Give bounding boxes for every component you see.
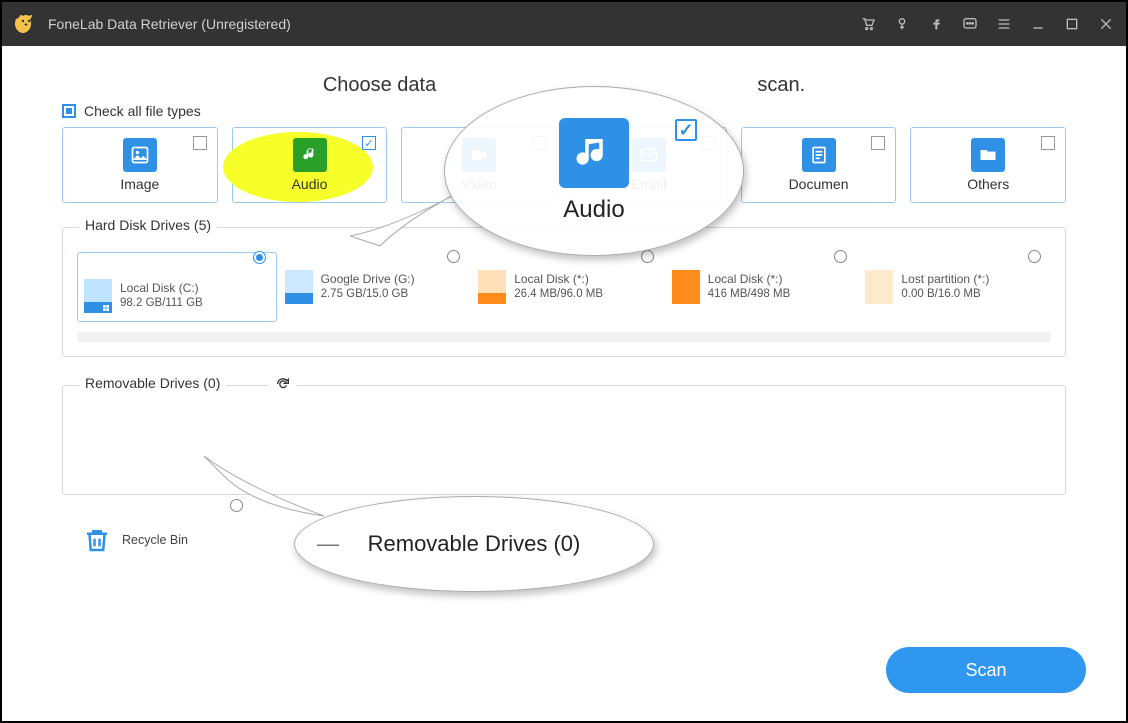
type-card-image[interactable]: Image: [62, 127, 218, 203]
content-area: Choose data scan. Check all file types I…: [2, 46, 1126, 721]
drive-name: Local Disk (*:): [514, 271, 603, 287]
type-label-image: Image: [120, 176, 159, 192]
image-icon: [123, 138, 157, 172]
heading-right: scan.: [757, 74, 805, 96]
drive-icon-local1: [478, 270, 506, 304]
drive-radio-c[interactable]: [253, 251, 266, 264]
drive-name: Local Disk (C:): [120, 280, 203, 296]
recycle-bin-icon: [82, 523, 112, 557]
drive-icon-lost: [865, 270, 893, 304]
removable-callout-bubble: — Removable Drives (0): [294, 496, 654, 592]
drive-card-local2[interactable]: Local Disk (*:) 416 MB/498 MB: [672, 252, 858, 304]
drive-icon-c: [84, 279, 112, 313]
type-card-document[interactable]: Documen: [741, 127, 897, 203]
minimize-icon[interactable]: [1030, 16, 1046, 32]
menu-icon[interactable]: [996, 16, 1012, 32]
type-checkbox-others[interactable]: [1041, 136, 1055, 150]
drive-size: 2.75 GB/15.0 GB: [321, 287, 415, 303]
drive-radio-local2[interactable]: [834, 250, 847, 263]
titlebar: FoneLab Data Retriever (Unregistered): [2, 2, 1126, 46]
key-icon[interactable]: [894, 16, 910, 32]
drive-card-lost[interactable]: Lost partition (*:) 0.00 B/16.0 MB: [865, 252, 1051, 304]
type-checkbox-document[interactable]: [871, 136, 885, 150]
scan-button-label: Scan: [965, 660, 1006, 680]
audio-callout-icon: [559, 118, 629, 188]
drive-size: 26.4 MB/96.0 MB: [514, 287, 603, 303]
cart-icon[interactable]: [860, 16, 876, 32]
drive-radio-lost[interactable]: [1028, 250, 1041, 263]
drive-name: Local Disk (*:): [708, 271, 790, 287]
drive-radio-local1[interactable]: [641, 250, 654, 263]
app-title: FoneLab Data Retriever (Unregistered): [48, 16, 291, 32]
document-icon: [802, 138, 836, 172]
feedback-icon[interactable]: [962, 16, 978, 32]
maximize-icon[interactable]: [1064, 16, 1080, 32]
close-icon[interactable]: [1098, 16, 1114, 32]
facebook-icon[interactable]: [928, 16, 944, 32]
audio-icon: [293, 138, 327, 172]
type-label-document: Documen: [789, 176, 849, 192]
check-all-label: Check all file types: [84, 103, 201, 119]
type-card-others[interactable]: Others: [910, 127, 1066, 203]
type-checkbox-image[interactable]: [193, 136, 207, 150]
drive-card-c[interactable]: Local Disk (C:) 98.2 GB/111 GB: [77, 252, 277, 322]
recycle-label: Recycle Bin: [122, 533, 188, 547]
type-label-audio: Audio: [292, 176, 328, 192]
drive-size: 98.2 GB/111 GB: [120, 296, 203, 312]
drive-name: Google Drive (G:): [321, 271, 415, 287]
heading-left: Choose data: [323, 74, 436, 96]
drive-size: 0.00 B/16.0 MB: [901, 287, 989, 303]
check-all-checkbox[interactable]: [62, 104, 76, 118]
scan-button[interactable]: Scan: [886, 647, 1086, 693]
others-icon: [971, 138, 1005, 172]
drive-name: Lost partition (*:): [901, 271, 989, 287]
audio-callout-checkbox: [675, 119, 697, 141]
audio-callout-bubble: Audio: [444, 86, 744, 256]
titlebar-icons: [860, 16, 1114, 32]
hard-disk-title: Hard Disk Drives (5): [79, 217, 217, 233]
drive-row: Local Disk (C:) 98.2 GB/111 GB Google Dr…: [77, 252, 1051, 322]
drive-card-g[interactable]: Google Drive (G:) 2.75 GB/15.0 GB: [285, 252, 471, 304]
type-label-others: Others: [967, 176, 1009, 192]
drives-scrollbar[interactable]: [77, 332, 1051, 342]
drive-size: 416 MB/498 MB: [708, 287, 790, 303]
removable-title: Removable Drives (0): [79, 375, 226, 391]
audio-callout-label: Audio: [563, 196, 624, 224]
type-checkbox-audio[interactable]: [362, 136, 376, 150]
app-window: FoneLab Data Retriever (Unregistered) Ch…: [0, 0, 1128, 723]
drive-card-local1[interactable]: Local Disk (*:) 26.4 MB/96.0 MB: [478, 252, 664, 304]
app-logo-icon: [14, 12, 38, 36]
refresh-icon[interactable]: [269, 376, 297, 392]
removable-callout-label: Removable Drives (0): [368, 531, 581, 557]
drive-icon-local2: [672, 270, 700, 304]
drive-icon-g: [285, 270, 313, 304]
